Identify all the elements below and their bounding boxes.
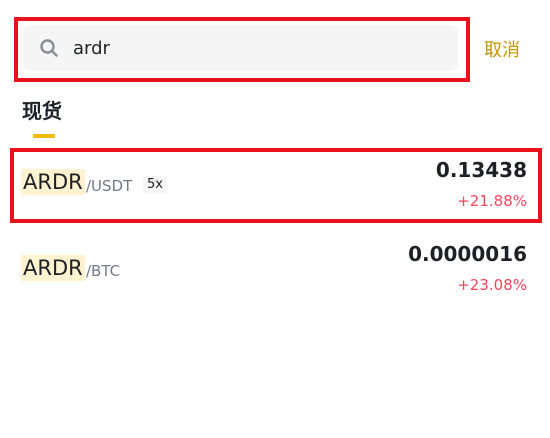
tab-spot[interactable]: 现货 — [22, 95, 62, 124]
price-change: +21.88% — [457, 192, 527, 210]
result-row-ardr-btc[interactable]: ARDR /BTC 0.0000016 +23.08% — [0, 234, 550, 304]
price-change: +23.08% — [457, 276, 527, 294]
search-bar[interactable] — [23, 25, 458, 71]
result-row-ardr-usdt[interactable]: ARDR /USDT 5x 0.13438 +21.88% — [0, 150, 550, 220]
last-price: 0.13438 — [435, 158, 527, 182]
last-price: 0.0000016 — [408, 242, 527, 266]
active-tab-indicator — [33, 134, 55, 138]
search-icon — [40, 39, 58, 57]
quote-asset: /USDT — [86, 177, 133, 195]
base-asset: ARDR — [21, 169, 85, 195]
cancel-button[interactable]: 取消 — [484, 36, 520, 62]
leverage-badge: 5x — [143, 176, 167, 193]
search-input[interactable] — [73, 34, 433, 62]
quote-asset: /BTC — [86, 262, 121, 280]
base-asset: ARDR — [21, 255, 85, 281]
